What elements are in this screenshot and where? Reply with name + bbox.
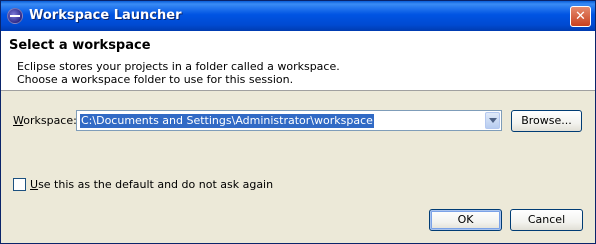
description-line-1: Eclipse stores your projects in a folder… [17, 60, 340, 73]
workspace-launcher-dialog: Workspace Launcher ✕ Select a workspace … [0, 0, 596, 244]
cancel-button[interactable]: Cancel [510, 209, 583, 231]
dialog-description: Eclipse stores your projects in a folder… [17, 60, 340, 86]
workspace-label: Workspace: [13, 114, 77, 127]
workspace-combo[interactable]: C:\Documents and Settings\Administrator\… [76, 110, 502, 131]
workspace-label-text: orkspace: [23, 114, 77, 127]
dialog-heading: Select a workspace [9, 38, 151, 53]
browse-button[interactable]: Browse... [511, 110, 582, 132]
workspace-label-mnemonic: W [13, 114, 24, 127]
close-icon: ✕ [575, 9, 586, 24]
eclipse-icon [7, 8, 23, 24]
default-checkbox[interactable] [13, 178, 26, 191]
title-bar[interactable]: Workspace Launcher ✕ [1, 1, 595, 31]
default-checkbox-label[interactable]: Use this as the default and do not ask a… [30, 178, 273, 191]
chevron-down-icon[interactable] [485, 112, 500, 129]
close-button[interactable]: ✕ [570, 6, 591, 27]
default-label-text: se this as the default and do not ask ag… [38, 178, 274, 191]
default-label-mnemonic: U [30, 178, 39, 191]
window-title: Workspace Launcher [29, 8, 182, 23]
header-banner: Select a workspace Eclipse stores your p… [1, 31, 595, 91]
workspace-path-value[interactable]: C:\Documents and Settings\Administrator\… [80, 114, 374, 128]
ok-button[interactable]: OK [429, 209, 502, 231]
description-line-2: Choose a workspace folder to use for thi… [17, 73, 294, 86]
